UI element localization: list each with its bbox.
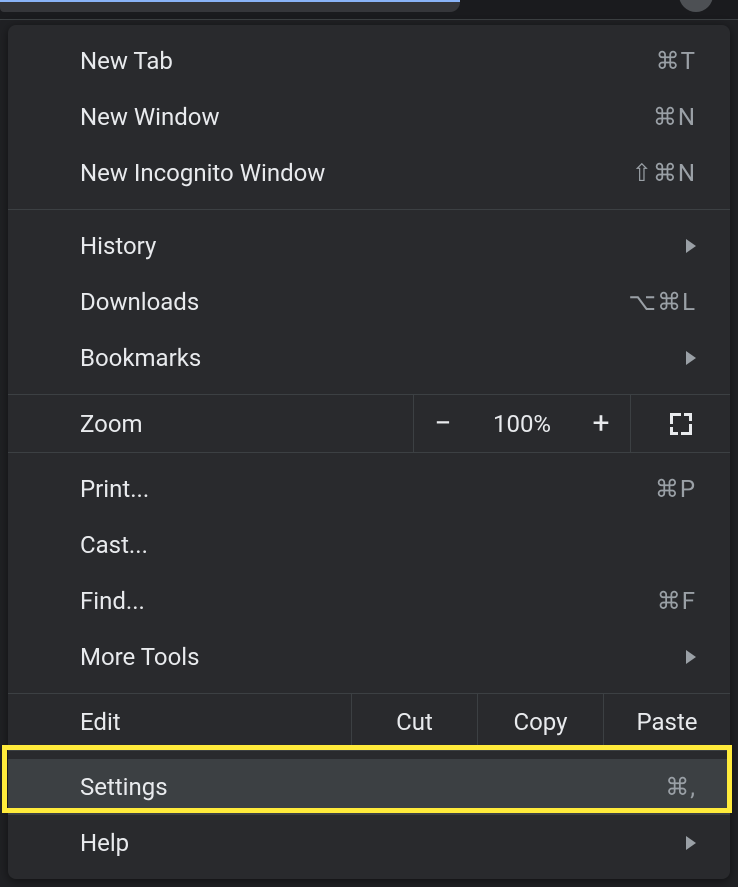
- avatar-fragment: [679, 0, 713, 12]
- menu-item-label: New Tab: [80, 47, 173, 75]
- zoom-label-cell: Zoom: [8, 395, 414, 452]
- menu-item-label: Cast...: [80, 531, 148, 559]
- menu-section-tools: Print... ⌘P Cast... Find... ⌘F More Tool…: [8, 453, 730, 694]
- shortcut-text: ⌘,: [665, 773, 696, 801]
- copy-button[interactable]: Copy: [478, 694, 604, 750]
- menu-item-label: Bookmarks: [80, 344, 201, 372]
- browser-menu: New Tab ⌘T New Window ⌘N New Incognito W…: [8, 25, 730, 879]
- menu-section-tabs: New Tab ⌘T New Window ⌘N New Incognito W…: [8, 25, 730, 210]
- menu-item-label: More Tools: [80, 643, 200, 671]
- chevron-right-icon: [686, 239, 696, 253]
- menu-item-label: Find...: [80, 587, 145, 615]
- zoom-row: Zoom − 100% +: [8, 395, 730, 453]
- menu-item-find[interactable]: Find... ⌘F: [8, 573, 730, 629]
- shortcut-text: ⌥⌘L: [628, 288, 696, 316]
- fullscreen-button[interactable]: [630, 395, 730, 452]
- zoom-label: Zoom: [80, 410, 143, 438]
- menu-item-new-tab[interactable]: New Tab ⌘T: [8, 33, 730, 89]
- zoom-in-button[interactable]: +: [572, 395, 630, 452]
- shortcut-text: ⌘P: [655, 475, 696, 503]
- menu-item-incognito[interactable]: New Incognito Window ⇧⌘N: [8, 145, 730, 201]
- zoom-controls: − 100% +: [414, 395, 630, 452]
- shortcut-text: ⇧⌘N: [632, 159, 696, 187]
- menu-item-label: New Window: [80, 103, 219, 131]
- chevron-right-icon: [686, 836, 696, 850]
- menu-item-print[interactable]: Print... ⌘P: [8, 461, 730, 517]
- menu-item-downloads[interactable]: Downloads ⌥⌘L: [8, 274, 730, 330]
- menu-item-label: Settings: [80, 773, 168, 801]
- shortcut-text: ⌘T: [656, 47, 696, 75]
- menu-item-help[interactable]: Help: [8, 815, 730, 871]
- menu-item-more-tools[interactable]: More Tools: [8, 629, 730, 685]
- shortcut-text: ⌘N: [653, 103, 696, 131]
- shortcut-text: ⌘F: [657, 587, 696, 615]
- tab-fragment: [0, 0, 460, 12]
- fullscreen-icon: [670, 413, 692, 435]
- paste-button[interactable]: Paste: [604, 694, 730, 750]
- menu-item-history[interactable]: History: [8, 218, 730, 274]
- edit-label-cell: Edit: [8, 694, 352, 750]
- menu-item-label: History: [80, 232, 156, 260]
- edit-label: Edit: [80, 708, 121, 736]
- menu-item-label: Help: [80, 829, 129, 857]
- menu-item-settings[interactable]: Settings ⌘,: [8, 759, 730, 815]
- menu-item-label: Downloads: [80, 288, 199, 316]
- menu-item-bookmarks[interactable]: Bookmarks: [8, 330, 730, 386]
- menu-item-new-window[interactable]: New Window ⌘N: [8, 89, 730, 145]
- menu-item-label: New Incognito Window: [80, 159, 325, 187]
- menu-section-edit: Edit Cut Copy Paste: [8, 694, 730, 751]
- menu-section-settings: Settings ⌘, Help: [8, 751, 730, 879]
- menu-section-history: History Downloads ⌥⌘L Bookmarks: [8, 210, 730, 395]
- menu-item-cast[interactable]: Cast...: [8, 517, 730, 573]
- menu-item-label: Print...: [80, 475, 149, 503]
- chevron-right-icon: [686, 351, 696, 365]
- chevron-right-icon: [686, 650, 696, 664]
- zoom-value: 100%: [472, 395, 572, 452]
- zoom-out-button[interactable]: −: [414, 395, 472, 452]
- edit-row: Edit Cut Copy Paste: [8, 694, 730, 750]
- browser-top-bar: [0, 0, 738, 20]
- cut-button[interactable]: Cut: [352, 694, 478, 750]
